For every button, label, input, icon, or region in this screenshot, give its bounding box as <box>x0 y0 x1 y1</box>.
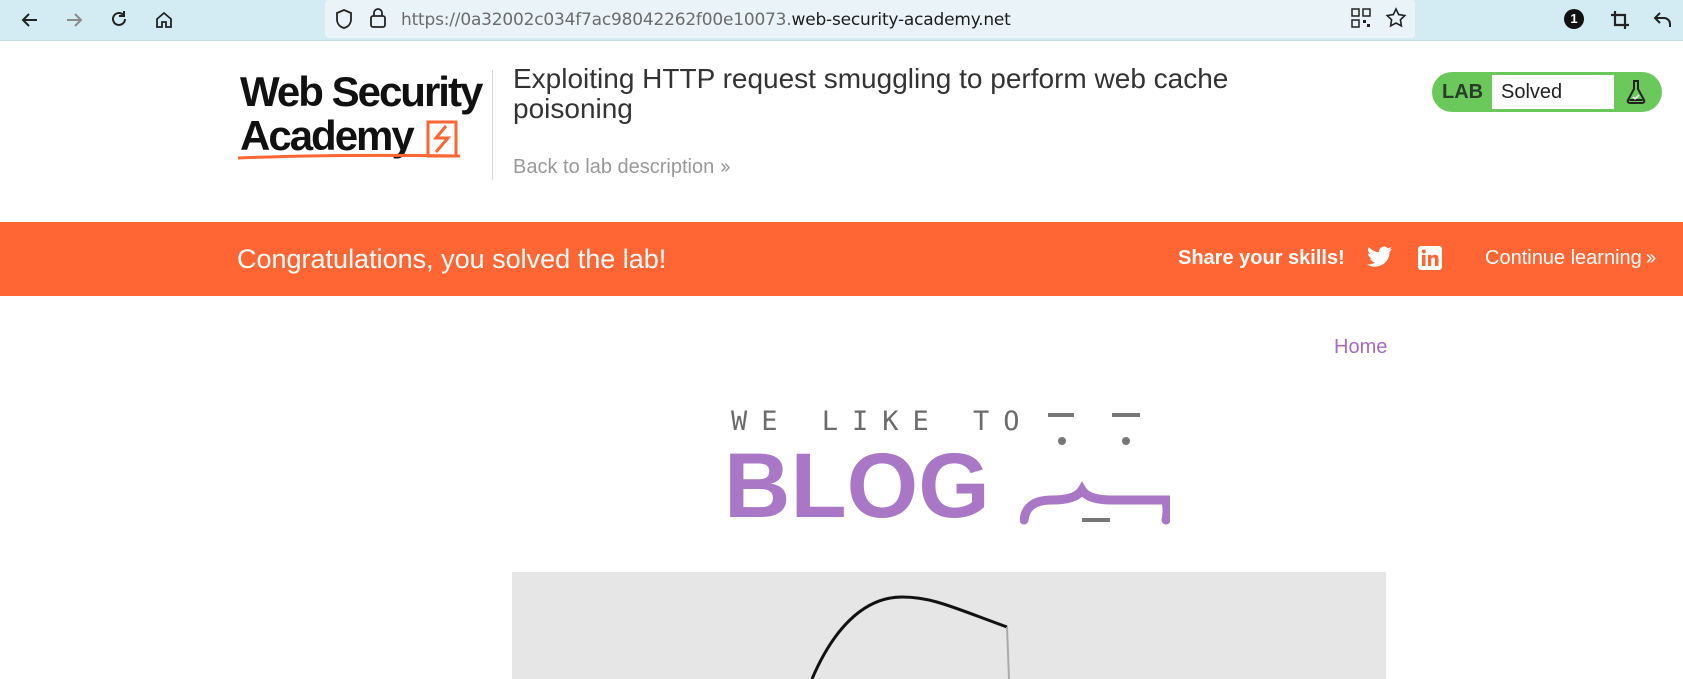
back-arrow-icon[interactable] <box>17 7 43 33</box>
reload-icon[interactable] <box>106 7 132 33</box>
badge-icon[interactable]: 1 <box>1564 9 1584 29</box>
back-link-label: Back to lab description <box>513 156 715 178</box>
congrats-message: Congratulations, you solved the lab! <box>237 244 667 274</box>
web-security-academy-logo[interactable]: Web Security Academy <box>237 68 490 162</box>
blog-wordmark: BLOG <box>724 435 990 537</box>
flask-icon <box>1622 78 1650 106</box>
lab-title: Exploiting HTTP request smuggling to per… <box>513 63 1229 124</box>
continue-learning-link[interactable]: Continue learning ›› <box>1485 247 1656 270</box>
lock-icon <box>369 7 387 34</box>
nav-home-link[interactable]: Home <box>1334 336 1387 359</box>
continue-label: Continue learning <box>1485 247 1642 269</box>
blog-face-icon <box>1019 408 1172 526</box>
forward-arrow-icon[interactable] <box>61 7 87 33</box>
status-value: Solved <box>1492 75 1614 109</box>
double-chevron-icon: ›› <box>720 156 730 178</box>
qr-code-icon[interactable] <box>1351 8 1371 33</box>
url-host: web-security-academy.net <box>791 10 1011 30</box>
home-icon[interactable] <box>151 7 177 33</box>
back-to-lab-link[interactable]: Back to lab description ›› <box>513 156 731 179</box>
solved-banner: Congratulations, you solved the lab! Sha… <box>0 222 1683 296</box>
url-text: https://0a32002c034f7ac98042262f00e10073… <box>401 10 1011 30</box>
twitter-icon[interactable] <box>1367 246 1393 272</box>
lab-status-widget: LAB Solved <box>1432 72 1662 112</box>
shield-icon[interactable] <box>334 8 354 35</box>
url-prefix: https://0a32002c034f7ac98042262f00e10073… <box>401 10 792 30</box>
post-image[interactable] <box>512 572 1386 679</box>
crop-icon[interactable] <box>1607 7 1633 33</box>
notification-count: 1 <box>1570 11 1578 26</box>
blog-tagline: WE LIKE TO <box>731 406 1034 437</box>
browser-toolbar: https://0a32002c034f7ac98042262f00e10073… <box>0 0 1683 41</box>
undo-icon[interactable] <box>1650 7 1676 33</box>
double-chevron-icon: ›› <box>1645 247 1656 269</box>
svg-text:Web Security: Web Security <box>240 70 484 115</box>
logo-divider <box>492 70 493 180</box>
linkedin-icon[interactable] <box>1418 246 1442 270</box>
star-icon[interactable] <box>1385 7 1407 34</box>
svg-text:Academy: Academy <box>240 112 415 159</box>
status-lab-label: LAB <box>1442 81 1484 103</box>
share-label: Share your skills! <box>1178 247 1345 269</box>
